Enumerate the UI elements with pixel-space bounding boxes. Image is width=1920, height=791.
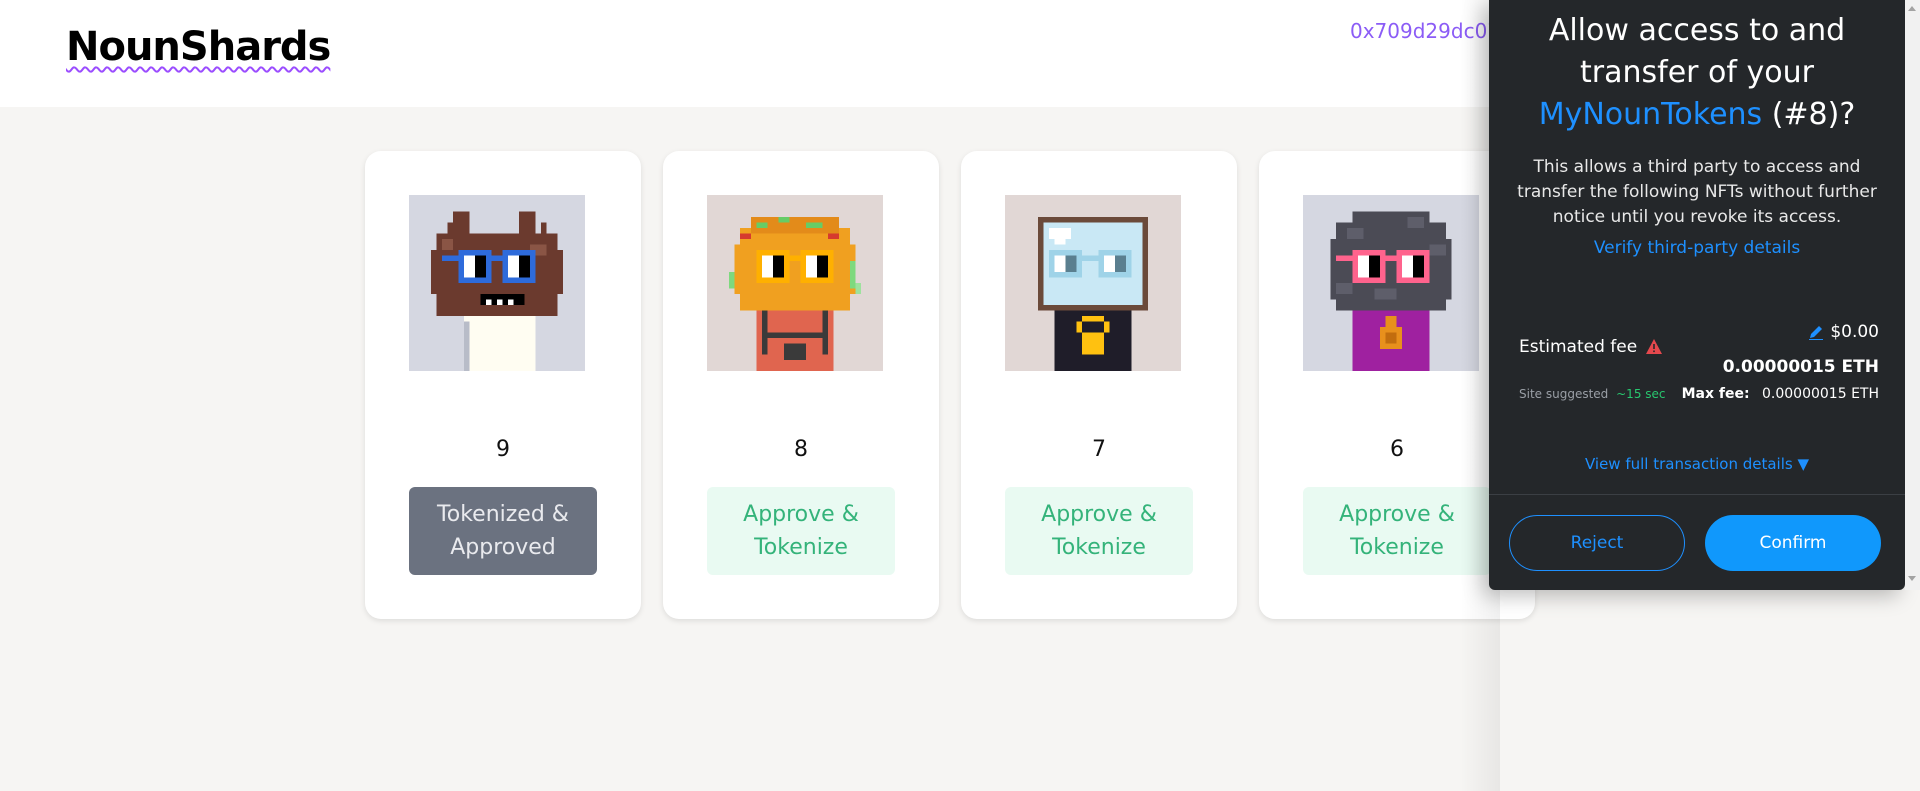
view-full-details-link[interactable]: View full transaction details ▼ [1489,455,1905,473]
popup-scrollbar[interactable] [1905,0,1920,590]
title-line: Allow access to and [1548,13,1846,48]
scroll-down-icon[interactable] [1908,576,1916,581]
divider [1489,494,1905,495]
estimated-fee-label: Estimated fee [1519,337,1638,357]
max-fee-label: Max fee: [1681,386,1750,402]
confirm-button[interactable]: Confirm [1705,515,1881,571]
verify-third-party-link[interactable]: Verify third-party details [1489,238,1905,258]
noun-image [409,195,585,371]
noun-image [1005,195,1181,371]
metamask-popup: Allow access to and transfer of your MyN… [1489,0,1905,590]
site-suggested-time: ~15 sec [1616,387,1666,401]
token-id: (#8)? [1771,97,1856,132]
scroll-up-icon[interactable] [1908,6,1916,11]
site-suggested: Site suggested ~15 sec [1519,387,1666,401]
max-fee-value: 0.00000015 ETH [1762,386,1879,402]
title-line: MyNounTokens (#8)? [1489,94,1905,136]
estimated-fee: Estimated fee [1519,337,1663,357]
popup-title: Allow access to and transfer of your MyN… [1489,10,1905,136]
token-number: 7 [1092,437,1106,462]
approve-tokenize-button[interactable]: Approve & Tokenize [1005,487,1193,575]
site-logo[interactable]: NounShards [66,24,331,70]
reject-button[interactable]: Reject [1509,515,1685,571]
fee-eth-value: 0.00000015 ETH [1722,357,1879,377]
collection-link[interactable]: MyNounTokens [1539,97,1762,132]
site-suggested-label: Site suggested [1519,387,1609,401]
noun-card: 7 Approve & Tokenize [961,151,1237,619]
fee-usd: $0.00 [1808,322,1879,342]
title-line: transfer of your [1580,55,1814,90]
fee-usd-value: $0.00 [1830,322,1879,342]
noun-image [707,195,883,371]
token-number: 8 [794,437,808,462]
approve-tokenize-button[interactable]: Approve & Tokenize [707,487,895,575]
access-description: This allows a third party to access and … [1517,157,1877,227]
noun-card: 8 Approve & Tokenize [663,151,939,619]
noun-card: 9 Tokenized & Approved [365,151,641,619]
view-full-details-label: View full transaction details [1584,455,1793,473]
edit-icon[interactable] [1808,324,1824,340]
tokenized-approved-button[interactable]: Tokenized & Approved [409,487,597,575]
warning-icon[interactable] [1645,338,1663,356]
noun-image [1303,195,1479,371]
token-number: 9 [496,437,510,462]
max-fee: Max fee: 0.00000015 ETH [1682,386,1879,402]
caret-down-icon: ▼ [1797,455,1810,473]
